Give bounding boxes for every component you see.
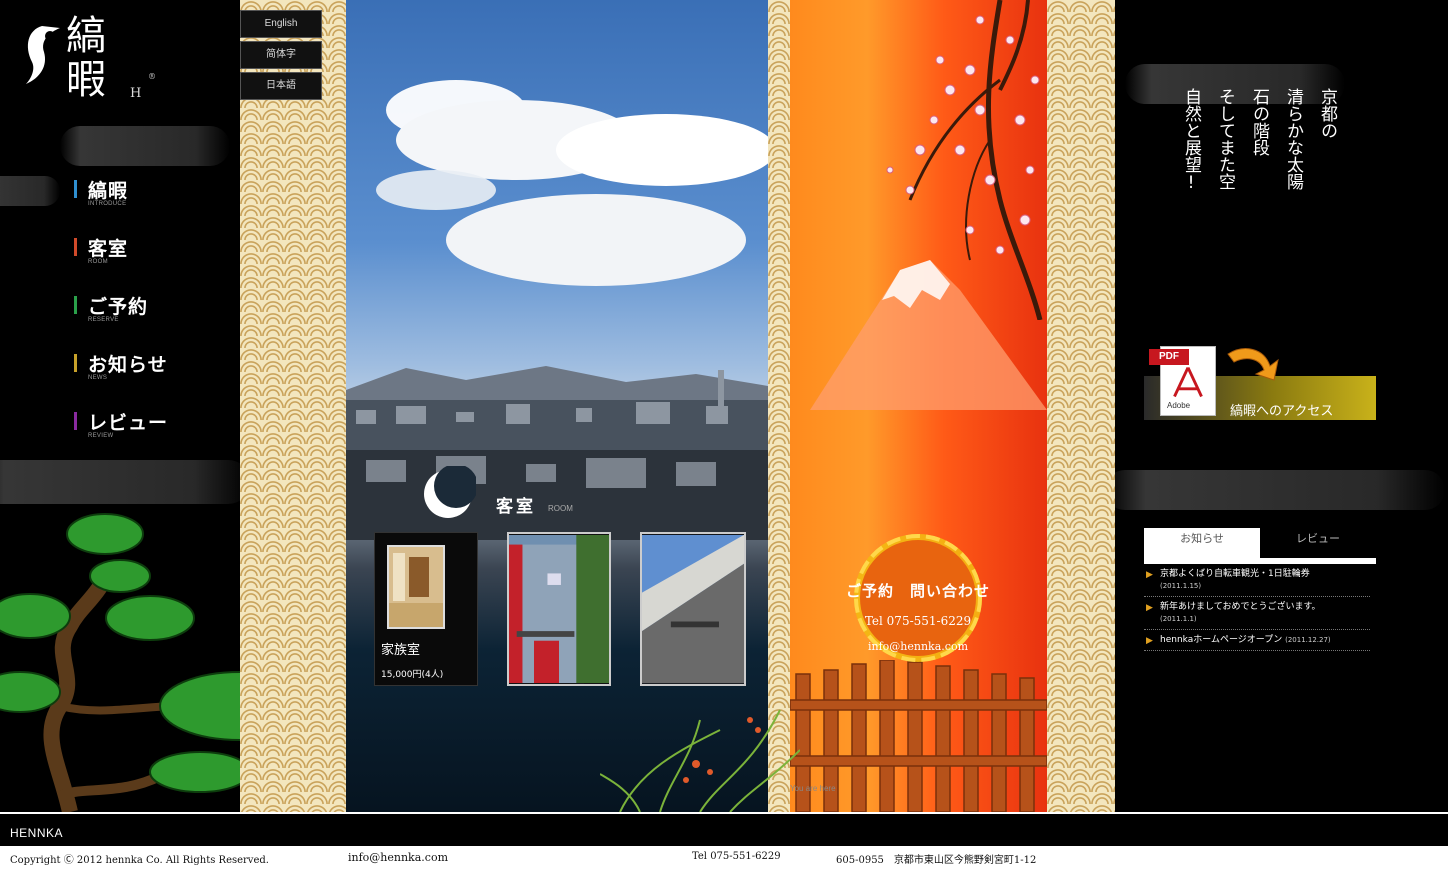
poem-line: 清らかな太陽 [1283,88,1303,190]
tab-review[interactable]: レビュー [1260,528,1376,558]
nav-item-room[interactable]: 客室 ROOM [74,234,224,292]
pdf-access-map-link[interactable]: PDF Adobe 縞暇へのアクセス [1144,342,1376,422]
nav-item-label: お知らせ [88,354,168,376]
nav-item-label: 縞暇 [88,180,129,202]
logo-text: 縞暇 [66,13,106,103]
news-item-text: 京都よくばり自転車観光・1日駐輪券 [1160,569,1310,579]
nav-marker [74,354,77,372]
nav-item-sublabel: NEWS [88,375,108,381]
cloud-decoration [0,460,240,504]
news-item[interactable]: ▶ hennkaホームページオープン (2011.12.27) [1144,630,1370,651]
nav-item-label: ご予約 [88,296,149,318]
nav-marker [74,412,77,430]
news-item-date: (2011.12.27) [1285,636,1331,644]
arrow-right-icon: ▶ [1146,636,1153,646]
nav-item-label: 客室 [88,238,129,260]
footer-info: Copyright Ⓒ 2012 hennka Co. All Rights R… [0,846,1448,874]
copyright-text: Copyright Ⓒ 2012 hennka Co. All Rights R… [10,855,269,866]
arrow-right-icon: ▶ [1146,570,1153,580]
vertical-poem: 京都の 清らかな太陽 石の階段 そしてまた空 自然と展望! [1160,88,1340,248]
roof-eaves-illustration [642,534,744,684]
nav-item-sublabel: REVIEW [88,433,114,439]
lang-chinese-button[interactable]: 简体字 [240,41,322,69]
cloud-decoration [1115,470,1445,510]
registered-mark: ® [148,72,156,81]
seigaiha-pattern-left [240,0,346,812]
room-section-subtitle: ROOM [548,504,573,513]
poem-line: そしてまた空 [1215,88,1235,190]
footer-address: 605-0955 京都市東山区今熊野剣宮町1-12 [836,855,1037,866]
room-card-price: 15,000円(4人) [381,670,444,680]
bonsai-tree-illustration [0,513,240,812]
poem-line: 京都の [1317,88,1337,139]
contact-banner [790,0,1047,812]
contact-phone: Tel 075-551-6229 [864,614,972,628]
logo[interactable]: 縞暇 ® H [22,14,162,130]
poem-line: 石の階段 [1249,88,1269,156]
footer-phone: Tel 075-551-6229 [692,851,781,862]
curved-arrow-icon [1227,348,1279,381]
cloud-decoration [0,176,60,206]
nav-marker [74,238,77,256]
contact-email-link[interactable]: info@hennka.com [838,640,998,653]
nav-item-sublabel: RESERVE [88,317,119,323]
nav-item-review[interactable]: レビュー REVIEW [74,408,224,466]
adobe-label: Adobe [1167,401,1191,410]
nav-item-sublabel: ROOM [88,259,108,265]
room-section-title: 客室 [496,497,536,517]
room-thumbnail[interactable] [387,545,445,629]
cherry-blossom-illustration [886,0,1043,320]
logo-mark: H [130,86,142,101]
crescent-moon-icon [424,466,476,518]
nav-item-news[interactable]: お知らせ NEWS [74,350,224,408]
room-photo-exterior[interactable] [507,532,611,686]
sidebar: 縞暇 ® H 縞暇 INTRODUCE 客室 ROOM ご予約 RESERVE … [0,0,240,812]
room-section-header: 客室 ROOM [420,462,620,522]
news-tabs: お知らせ レビュー [1144,528,1376,564]
main-nav: 縞暇 INTRODUCE 客室 ROOM ご予約 RESERVE お知らせ NE… [74,176,224,466]
news-item-text: hennkaホームページオープン [1160,635,1283,645]
news-item[interactable]: ▶ 京都よくばり自転車観光・1日駐輪券 (2011.1.15) [1144,564,1370,597]
pdf-icon: PDF Adobe [1149,346,1216,416]
news-item[interactable]: ▶ 新年あけましておめでとうございます。 (2011.1.1) [1144,597,1370,630]
nav-marker [74,180,77,198]
footer-brand: HENNKA [10,826,64,840]
brush-stroke-icon [26,26,60,84]
nav-item-introduce[interactable]: 縞暇 INTRODUCE [74,176,224,234]
clouds-illustration [376,80,768,286]
grass-plant-illustration [600,709,800,812]
news-item-date: (2011.1.1) [1160,615,1197,623]
news-item-text: 新年あけましておめでとうございます。 [1160,602,1321,612]
footer-email-link[interactable]: info@hennka.com [348,851,448,864]
reserve-link[interactable]: ご予約 問い合わせ [838,580,998,601]
news-item-date: (2011.1.15) [1160,582,1202,590]
nav-item-label: レビュー [88,412,169,434]
room-interior-illustration [389,547,443,627]
seigaiha-pattern-right [1047,0,1115,812]
news-widget: お知らせ レビュー ▶ 京都よくばり自転車観光・1日駐輪券 (2011.1.15… [1144,528,1376,651]
nav-item-reserve[interactable]: ご予約 RESERVE [74,292,224,350]
room-photo-roof[interactable] [640,532,746,686]
language-switcher: English 简体字 日本語 [240,10,322,103]
adobe-logo-icon [1173,366,1203,398]
footer-brand-bar: HENNKA [0,812,1448,846]
nav-marker [74,296,77,314]
cloud-decoration [60,126,230,166]
you-are-here-label: You are here [790,784,836,793]
room-card-family[interactable]: 家族室 15,000円(4人) [374,532,478,686]
lang-japanese-button[interactable]: 日本語 [240,72,322,100]
arrow-right-icon: ▶ [1146,603,1153,613]
poem-line: 自然と展望! [1181,88,1201,193]
nav-item-sublabel: INTRODUCE [88,201,127,207]
building-exterior-illustration [509,534,609,684]
tab-news[interactable]: お知らせ [1144,528,1260,558]
room-card-label: 家族室 [381,643,421,658]
contact-block: ご予約 問い合わせ Tel 075-551-6229 info@hennka.c… [838,528,998,668]
pdf-access-label: 縞暇へのアクセス [1230,404,1334,419]
lang-english-button[interactable]: English [240,10,322,38]
